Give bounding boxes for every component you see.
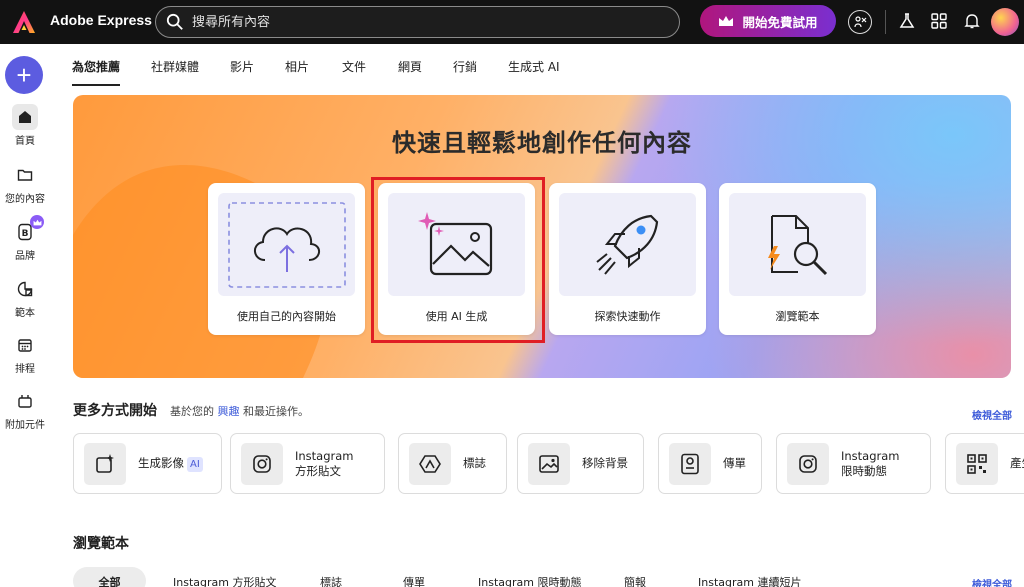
card-thumbnail [559, 193, 696, 296]
more-ways-title: 更多方式開始 [73, 403, 157, 419]
logo-maker-icon [409, 442, 451, 485]
toolbar-divider [885, 10, 886, 34]
quick-action-label: Instagram [295, 448, 354, 463]
svg-text:B: B [22, 229, 29, 239]
folder-icon [12, 162, 38, 188]
start-free-trial-button[interactable]: 開始免費試用 [700, 5, 836, 37]
quick-action-sublabel: 限時動態 [841, 463, 887, 478]
top-bar: Adobe Express 開始免費試用 [0, 0, 1024, 44]
templates-icon [12, 276, 38, 302]
card-label: 探索快速動作 [594, 310, 661, 323]
add-ons-icon [12, 388, 38, 414]
chip-logo[interactable]: 標誌 [320, 574, 342, 587]
tab-generative-ai[interactable]: 生成式 AI [508, 58, 560, 84]
quick-action-instagram-square-post[interactable]: Instagram 方形貼文 [230, 433, 385, 494]
create-new-button[interactable]: + [5, 56, 43, 94]
quick-action-flyer[interactable]: 傳單 [658, 433, 762, 494]
sidebar-item-your-content[interactable]: 您的內容 [0, 162, 50, 205]
premium-crown-icon [30, 215, 44, 229]
chip-all[interactable]: 全部 [73, 567, 146, 587]
quick-action-label: 傳單 [723, 456, 746, 470]
sidebar-item-label: 您的內容 [5, 194, 45, 205]
instagram-icon [787, 442, 829, 485]
quick-action-generate-image[interactable]: 生成影像 AI [73, 433, 222, 494]
sidebar-item-brand[interactable]: B 品牌 [0, 215, 50, 262]
search-icon [166, 13, 183, 30]
view-all-link[interactable]: 檢視全部 [972, 407, 1012, 422]
ai-badge: AI [187, 456, 203, 472]
card-thumbnail [729, 193, 866, 296]
search-bar[interactable] [155, 6, 680, 38]
card-thumbnail [388, 193, 525, 296]
quick-action-qr-code[interactable]: 產生 [945, 433, 1024, 494]
hero-title: 快速且輕鬆地創作任何內容 [392, 129, 692, 157]
instagram-icon [241, 442, 283, 485]
quick-action-remove-background[interactable]: 移除背景 [517, 433, 644, 494]
qr-code-icon [956, 442, 998, 485]
chip-presentation[interactable]: 簡報 [624, 574, 646, 587]
crown-icon [719, 16, 734, 26]
card-label: 使用 AI 生成 [425, 310, 488, 323]
tab-social-media[interactable]: 社群媒體 [151, 58, 199, 84]
search-input[interactable] [192, 14, 652, 30]
calendar-icon [12, 332, 38, 358]
browse-view-all-link[interactable]: 檢視全部 [972, 576, 1012, 587]
start-from-own-content-card[interactable]: 使用自己的內容開始 [208, 183, 365, 335]
sidebar-item-add-ons[interactable]: 附加元件 [0, 388, 50, 431]
quick-action-sublabel: 方形貼文 [295, 463, 341, 478]
rocket-icon [595, 214, 658, 275]
card-label: 使用自己的內容開始 [237, 310, 336, 323]
sidebar-item-label: 範本 [15, 308, 35, 319]
remove-background-icon [528, 442, 570, 485]
accessibility-icon[interactable] [848, 10, 872, 34]
quick-action-label: 標誌 [463, 456, 486, 470]
cloud-upload-icon [227, 201, 346, 288]
generate-image-icon [84, 442, 126, 485]
quick-action-label: 產生 [1010, 456, 1024, 470]
ai-image-icon [417, 211, 492, 275]
sidebar-item-label: 附加元件 [5, 420, 45, 431]
sidebar-item-schedule[interactable]: 排程 [0, 332, 50, 375]
tab-marketing[interactable]: 行銷 [453, 58, 477, 84]
browse-templates-title: 瀏覽範本 [73, 536, 129, 552]
card-thumbnail [218, 193, 355, 296]
card-label: 瀏覽範本 [775, 310, 820, 323]
cta-label: 開始免費試用 [742, 15, 818, 30]
chip-instagram-reel[interactable]: Instagram 連續短片 [698, 574, 801, 587]
user-avatar[interactable] [991, 8, 1019, 36]
generate-with-ai-card[interactable]: 使用 AI 生成 [378, 183, 535, 335]
quick-action-label: Instagram [841, 448, 900, 463]
chip-flyer[interactable]: 傳單 [403, 574, 425, 587]
sidebar-item-templates[interactable]: 範本 [0, 276, 50, 319]
explore-quick-actions-card[interactable]: 探索快速動作 [549, 183, 706, 335]
beaker-icon[interactable] [896, 10, 918, 32]
quick-action-instagram-story[interactable]: Instagram 限時動態 [776, 433, 931, 494]
tab-photos[interactable]: 相片 [285, 58, 309, 84]
chip-instagram-story[interactable]: Instagram 限時動態 [478, 574, 581, 587]
tab-video[interactable]: 影片 [230, 58, 254, 84]
sidebar-item-label: 首頁 [15, 136, 35, 147]
home-icon [12, 104, 38, 130]
interests-link[interactable]: 興趣 [218, 405, 240, 418]
adobe-express-logo-icon[interactable] [12, 10, 36, 34]
template-search-icon [767, 214, 827, 275]
more-ways-subtitle: 基於您的 興趣 和最近操作。 [170, 405, 309, 418]
browse-templates-card[interactable]: 瀏覽範本 [719, 183, 876, 335]
app-name[interactable]: Adobe Express [50, 12, 152, 28]
sidebar-item-label: 品牌 [15, 251, 35, 262]
apps-grid-icon[interactable] [928, 10, 950, 32]
sidebar: + 首頁 您的內容 B 品牌 範本 排程 附加元件 [0, 44, 50, 587]
chip-instagram-square-post[interactable]: Instagram 方形貼文 [173, 574, 276, 587]
bell-icon[interactable] [961, 10, 983, 32]
tab-recommended[interactable]: 為您推薦 [72, 58, 121, 86]
tab-web-pages[interactable]: 網頁 [398, 58, 422, 84]
flyer-icon [669, 442, 711, 485]
hero-banner: 快速且輕鬆地創作任何內容 使用自己的內容開始 使用 AI 生成 探索快速動作 瀏… [73, 95, 1011, 378]
sidebar-item-label: 排程 [15, 364, 35, 375]
quick-action-label: 移除背景 [582, 456, 628, 470]
quick-action-logo[interactable]: 標誌 [398, 433, 507, 494]
quick-action-label: 生成影像 [138, 455, 184, 470]
tab-documents[interactable]: 文件 [342, 58, 366, 84]
sidebar-item-home[interactable]: 首頁 [0, 104, 50, 147]
